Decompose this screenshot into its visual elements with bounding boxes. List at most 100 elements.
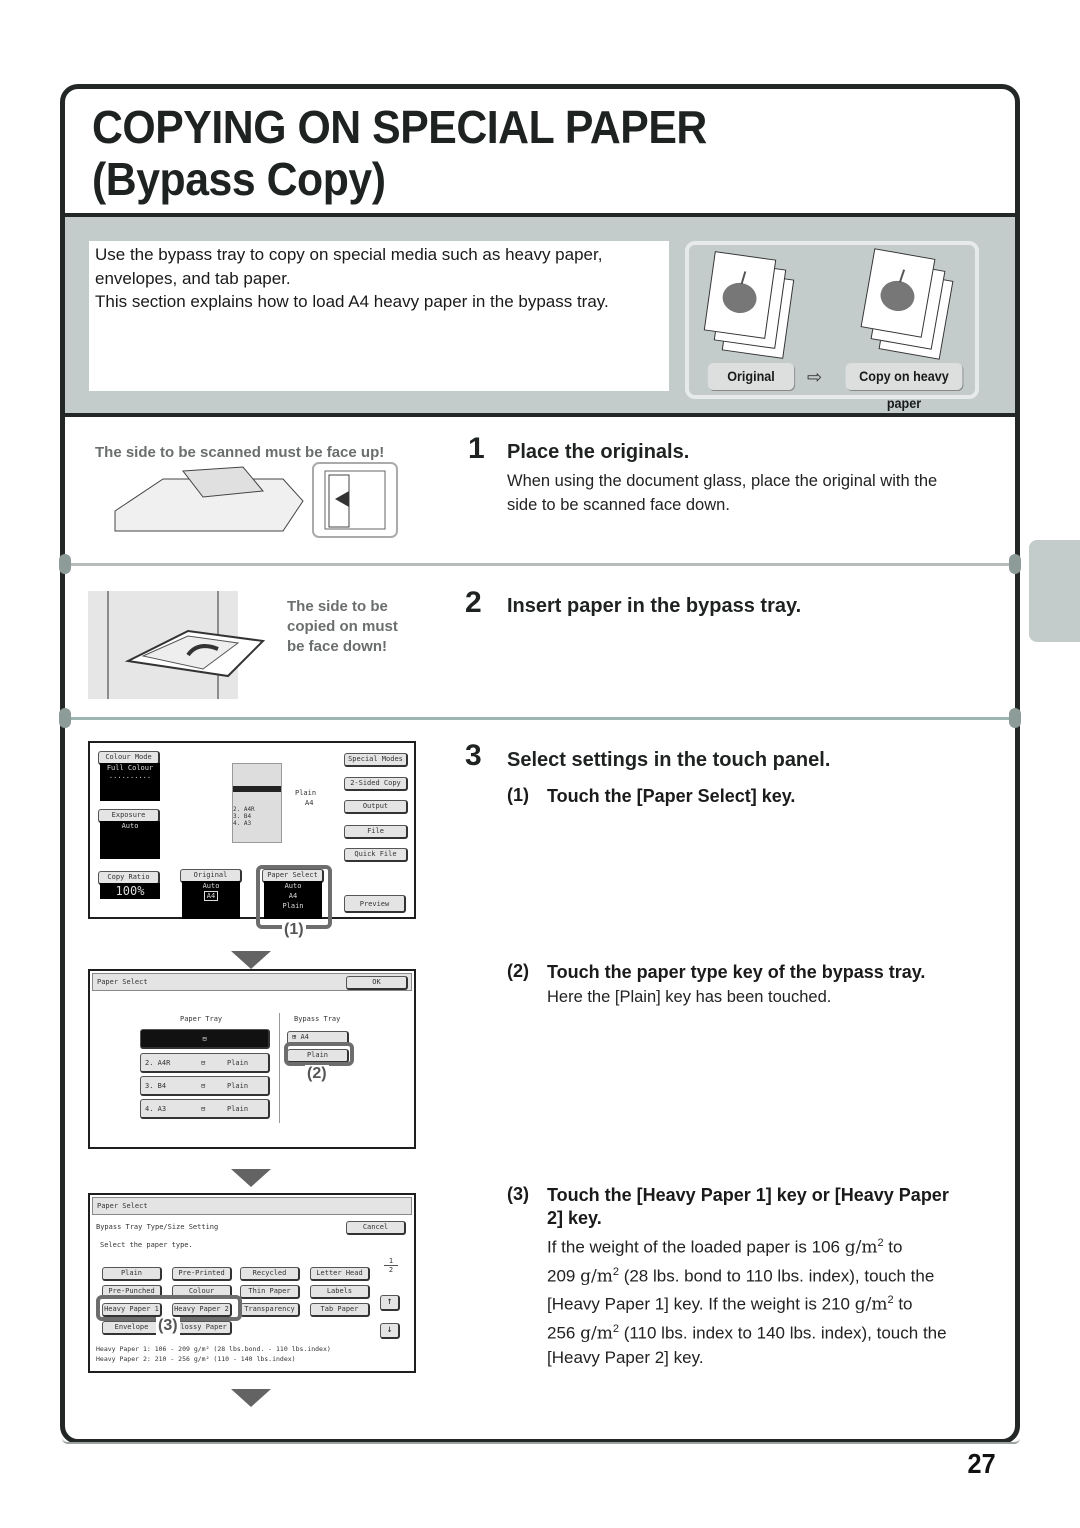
special-modes-key[interactable]: Special Modes bbox=[344, 753, 408, 767]
frame-shadow bbox=[62, 1438, 1020, 1444]
arrow-right-icon: ⇨ bbox=[807, 367, 823, 387]
original-value: Auto A4 bbox=[182, 881, 240, 919]
substep-3-title: Touch the [Heavy Paper 1] key or [Heavy … bbox=[547, 1184, 949, 1230]
plain-key[interactable]: Plain bbox=[102, 1267, 162, 1281]
intro-line-2: envelopes, and tab paper. bbox=[95, 268, 291, 288]
copy-ratio-value: 100% bbox=[100, 883, 160, 899]
scroll-up-button[interactable]: ↑ bbox=[380, 1295, 400, 1311]
substep-1-number: (1) bbox=[507, 785, 529, 805]
step-2-title: Insert paper in the bypass tray. bbox=[507, 595, 802, 617]
divider-knob bbox=[59, 708, 71, 728]
substep-3-body: If the weight of the loaded paper is 106… bbox=[547, 1237, 947, 1367]
paper-tray-label: Paper Tray bbox=[180, 1015, 223, 1023]
page-number: 27 bbox=[967, 1448, 996, 1479]
exposure-value: Auto bbox=[100, 821, 160, 859]
touch-panel-paper-select-screen: Paper Select OK Paper Tray Bypass Tray ⊟… bbox=[88, 969, 416, 1149]
bypass-plain-highlight bbox=[284, 1042, 354, 1066]
glossy-paper-key[interactable]: Glossy Paper bbox=[172, 1321, 232, 1335]
colour-mode-value: Full Colour ·········· bbox=[100, 763, 160, 801]
scan-face-up-note: The side to be scanned must be face up! bbox=[95, 444, 385, 461]
tray-1-key[interactable]: ⊟ bbox=[140, 1029, 270, 1049]
intro-line-1: Use the bypass tray to copy on special m… bbox=[95, 245, 603, 264]
prompt-text: Select the paper type. bbox=[100, 1241, 193, 1249]
step-3-number: 3 bbox=[465, 739, 482, 772]
note-line-2: copied on must bbox=[287, 618, 398, 635]
tab-paper-key[interactable]: Tab Paper bbox=[310, 1303, 370, 1317]
bypass-size-label: A4 bbox=[305, 799, 314, 807]
callout-1: (1) bbox=[282, 921, 306, 939]
screen-subtitle: Bypass Tray Type/Size Setting bbox=[96, 1223, 219, 1231]
title-line-1: COPYING ON SPECIAL PAPER bbox=[92, 101, 707, 153]
cancel-button[interactable]: Cancel bbox=[346, 1221, 406, 1235]
step-1-title: Place the originals. bbox=[507, 441, 690, 463]
tray-2-key[interactable]: 2. A4R ⊟ Plain bbox=[140, 1053, 270, 1073]
down-arrow-icon bbox=[231, 1169, 271, 1187]
heavy-paper-2-info: Heavy Paper 2: 210 - 256 g/m² (110 - 140… bbox=[96, 1355, 296, 1363]
callout-2: (2) bbox=[305, 1065, 329, 1083]
two-sided-copy-key[interactable]: 2-Sided Copy bbox=[344, 777, 408, 791]
substep-3-title-line-1: Touch the [Heavy Paper 1] key or [Heavy … bbox=[547, 1185, 949, 1205]
note-line-3: be face down! bbox=[287, 638, 388, 655]
divider-knob bbox=[59, 554, 71, 574]
bypass-tray-label: Bypass Tray bbox=[294, 1015, 341, 1023]
quick-file-key[interactable]: Quick File bbox=[344, 848, 408, 862]
original-to-copy-illustration: Original ⇨ Copy on heavy paper bbox=[685, 241, 979, 411]
divider-knob bbox=[1009, 554, 1021, 574]
down-arrow-icon bbox=[231, 1389, 271, 1407]
original-size-icon: A4 bbox=[203, 891, 219, 901]
page-title: COPYING ON SPECIAL PAPER (Bypass Copy) bbox=[92, 101, 707, 205]
intro-text: Use the bypass tray to copy on special m… bbox=[89, 241, 669, 391]
envelope-key[interactable]: Envelope bbox=[102, 1321, 162, 1335]
step-1-number: 1 bbox=[468, 432, 485, 465]
note-line-1: The side to be bbox=[287, 598, 388, 615]
bypass-type-label: Plain bbox=[295, 789, 317, 797]
thin-paper-key[interactable]: Thin Paper bbox=[240, 1285, 300, 1299]
intro-line-3: This section explains how to load A4 hea… bbox=[95, 292, 609, 311]
touch-panel-main-screen: Colour Mode Full Colour ·········· Exposu… bbox=[88, 741, 416, 919]
original-label: Original bbox=[707, 363, 795, 390]
transparency-key[interactable]: Transparency bbox=[240, 1303, 300, 1317]
step-2-number: 2 bbox=[465, 586, 482, 619]
tray-3-key[interactable]: 3. B4 ⊟ Plain bbox=[140, 1076, 270, 1096]
letter-head-key[interactable]: Letter Head bbox=[310, 1267, 370, 1281]
output-key[interactable]: Output bbox=[344, 800, 408, 814]
scroll-down-button[interactable]: ↓ bbox=[380, 1323, 400, 1339]
intro-band: Use the bypass tray to copy on special m… bbox=[65, 213, 1015, 417]
copier-status-image: 2. A4R 3. B4 4. A3 bbox=[232, 763, 282, 843]
substep-2-number: (2) bbox=[507, 961, 529, 981]
substep-3-title-line-2: 2] key. bbox=[547, 1208, 602, 1228]
step-1-body: When using the document glass, place the… bbox=[507, 469, 937, 517]
bypass-tray-illustration bbox=[88, 591, 266, 699]
paper-select-highlight bbox=[256, 865, 332, 929]
screen-title: Paper Select bbox=[97, 1202, 148, 1210]
tray-4-key[interactable]: 4. A3 ⊟ Plain bbox=[140, 1099, 270, 1119]
page-frame: COPYING ON SPECIAL PAPER (Bypass Copy) U… bbox=[59, 84, 1021, 1444]
copy-face-down-note: The side to be copied on must be face do… bbox=[287, 597, 398, 657]
step-3-title: Select settings in the touch panel. bbox=[507, 749, 831, 771]
step-1-body-line-2: side to be scanned face down. bbox=[507, 496, 730, 514]
heavy-paper-1-info: Heavy Paper 1: 106 - 209 g/m² (28 lbs.bo… bbox=[96, 1345, 331, 1353]
preview-key[interactable]: Preview bbox=[344, 895, 406, 913]
ok-button[interactable]: OK bbox=[346, 976, 408, 990]
pre-printed-key[interactable]: Pre-Printed bbox=[172, 1267, 232, 1281]
substep-2-body: Here the [Plain] key has been touched. bbox=[547, 988, 832, 1006]
section-divider bbox=[65, 717, 1015, 720]
page-indicator: 12 bbox=[384, 1257, 398, 1274]
section-side-tab bbox=[1029, 540, 1080, 642]
substep-3-number: (3) bbox=[507, 1184, 529, 1204]
copy-label: Copy on heavy paper bbox=[845, 363, 963, 411]
screen-title-bar: Paper Select bbox=[92, 1197, 412, 1215]
callout-3: (3) bbox=[156, 1317, 180, 1335]
labels-key[interactable]: Labels bbox=[310, 1285, 370, 1299]
file-key[interactable]: File bbox=[344, 825, 408, 839]
section-divider bbox=[65, 563, 1015, 566]
apple-icon bbox=[722, 271, 757, 314]
document-feeder-illustration bbox=[114, 462, 398, 538]
apple-icon bbox=[880, 269, 915, 312]
screen-title: Paper Select bbox=[97, 978, 148, 986]
substep-2-title: Touch the paper type key of the bypass t… bbox=[547, 962, 926, 982]
step-1-body-line-1: When using the document glass, place the… bbox=[507, 472, 938, 490]
recycled-key[interactable]: Recycled bbox=[240, 1267, 300, 1281]
substep-1-title: Touch the [Paper Select] key. bbox=[547, 786, 796, 806]
down-arrow-icon bbox=[231, 951, 271, 969]
